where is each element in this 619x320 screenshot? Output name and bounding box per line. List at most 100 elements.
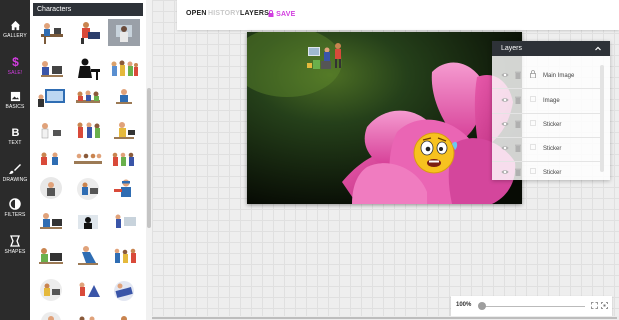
layer-label: Main Image xyxy=(543,73,575,79)
text-b-icon: B xyxy=(11,127,19,138)
rail-gallery-label: GALLERY xyxy=(3,33,27,39)
rail-filters[interactable]: FILTERS xyxy=(0,198,30,218)
sticker-thumb-selected[interactable] xyxy=(108,19,140,46)
sticker-thumb[interactable] xyxy=(108,209,140,236)
image-icon xyxy=(10,91,20,102)
save-button[interactable]: SAVE xyxy=(268,10,296,18)
sticker-thumb[interactable] xyxy=(72,243,104,270)
rail-sale-label: SALE! xyxy=(7,70,23,76)
sticker-thumb[interactable] xyxy=(108,85,140,112)
sticker-thumb[interactable] xyxy=(72,56,104,83)
layer-label: Image xyxy=(543,98,560,104)
open-button[interactable]: OPEN xyxy=(186,10,207,17)
rail-shapes[interactable]: SHAPES xyxy=(0,235,30,255)
chevron-up-icon[interactable] xyxy=(595,46,601,51)
layers-panel-title: Layers xyxy=(501,45,523,52)
sticker-thumb[interactable] xyxy=(72,176,104,203)
layer-thumb-icon xyxy=(530,168,536,174)
top-toolbar: OPEN HISTORY LAYERS SAVE xyxy=(177,0,619,30)
workspace-horizontal-scrollbar[interactable] xyxy=(152,316,619,320)
panel-scrollbar-thumb[interactable] xyxy=(147,88,151,228)
sticker-thumb[interactable] xyxy=(35,243,67,270)
panel-title: Characters xyxy=(33,3,143,16)
sticker-thumb[interactable] xyxy=(72,277,104,304)
fit-screen-icon[interactable] xyxy=(591,302,598,309)
rail-shapes-label: SHAPES xyxy=(4,249,26,255)
layer-thumb-icon xyxy=(530,120,536,126)
layer-row[interactable]: Sticker xyxy=(492,137,600,162)
sticker-thumb[interactable] xyxy=(72,118,104,145)
layer-thumb-icon xyxy=(530,144,536,150)
sticker-thumb[interactable] xyxy=(108,309,140,320)
sticker-thumb[interactable] xyxy=(108,56,140,83)
save-lock-icon xyxy=(268,10,274,17)
layers-panel: Layers Main Image Image Sticker Sticker … xyxy=(492,41,610,180)
brush-icon xyxy=(9,164,21,174)
zoom-level: 100% xyxy=(456,302,472,308)
eye-icon[interactable] xyxy=(501,169,509,175)
sticker-thumb[interactable] xyxy=(35,19,67,46)
sticker-thumb[interactable] xyxy=(108,277,140,304)
sticker-thumb[interactable] xyxy=(35,209,67,236)
layer-thumb-icon xyxy=(530,96,536,102)
home-icon xyxy=(10,20,20,31)
sticker-thumb[interactable] xyxy=(72,147,104,174)
sticker-thumb[interactable] xyxy=(35,147,67,174)
rail-sale[interactable]: $ SALE! xyxy=(0,55,30,76)
characters-panel: Characters xyxy=(30,0,147,320)
rail-text-label: TEXT xyxy=(8,140,22,146)
zoom-slider-knob[interactable] xyxy=(478,302,486,310)
filters-icon xyxy=(9,198,21,210)
rail-drawing-label: DRAWING xyxy=(2,177,28,183)
sticker-thumb[interactable] xyxy=(35,309,67,320)
layer-label: Sticker xyxy=(543,170,562,176)
shapes-icon xyxy=(10,235,20,247)
zoom-control: 100% xyxy=(451,296,612,316)
layers-panel-header[interactable]: Layers xyxy=(492,41,610,56)
rail-basics-label: BASICS xyxy=(5,104,25,110)
sticker-thumb[interactable] xyxy=(35,277,67,304)
layers-button[interactable]: LAYERS xyxy=(240,10,269,17)
sticker-thumb[interactable] xyxy=(72,209,104,236)
sticker-thumb[interactable] xyxy=(35,118,67,145)
sticker-thumb[interactable] xyxy=(108,176,140,203)
rail-filters-label: FILTERS xyxy=(4,212,26,218)
zoom-slider-track[interactable] xyxy=(480,306,585,307)
eye-icon[interactable] xyxy=(501,72,509,78)
eye-icon[interactable] xyxy=(501,121,509,127)
sticker-thumb[interactable] xyxy=(72,85,104,112)
sticker-thumb[interactable] xyxy=(108,243,140,270)
dollar-icon: $ xyxy=(12,55,19,68)
trash-icon[interactable] xyxy=(515,144,521,152)
layer-label: Sticker xyxy=(543,146,562,152)
sticker-thumb[interactable] xyxy=(108,118,140,145)
eye-icon[interactable] xyxy=(501,145,509,151)
rail-basics[interactable]: BASICS xyxy=(0,91,30,110)
fullscreen-icon[interactable] xyxy=(601,302,608,309)
layer-row[interactable]: Image xyxy=(492,89,600,114)
workspace-scrollbar-thumb[interactable] xyxy=(152,317,617,319)
trash-icon[interactable] xyxy=(515,168,521,176)
layer-row[interactable]: Sticker xyxy=(492,113,600,138)
rail-drawing[interactable]: DRAWING xyxy=(0,163,30,183)
layer-row[interactable]: Sticker xyxy=(492,161,600,180)
rail-gallery[interactable]: GALLERY xyxy=(0,20,30,39)
trash-icon[interactable] xyxy=(515,120,521,128)
lock-icon xyxy=(530,70,536,78)
save-button-label: SAVE xyxy=(276,11,296,18)
rail-text[interactable]: B TEXT xyxy=(0,126,30,146)
layers-scrollbar[interactable] xyxy=(600,65,604,172)
sticker-thumb[interactable] xyxy=(35,85,67,112)
eye-icon[interactable] xyxy=(501,97,509,103)
sticker-thumb[interactable] xyxy=(108,147,140,174)
sticker-thumb[interactable] xyxy=(35,176,67,203)
artboard-canvas[interactable] xyxy=(247,32,522,204)
layer-row[interactable]: Main Image xyxy=(492,64,600,89)
trash-icon[interactable] xyxy=(515,71,521,79)
sticker-thumb[interactable] xyxy=(72,19,104,46)
sticker-thumb[interactable] xyxy=(35,56,67,83)
trash-icon[interactable] xyxy=(515,96,521,104)
history-button[interactable]: HISTORY xyxy=(208,10,240,17)
sticker-thumb[interactable] xyxy=(72,309,104,320)
svg-text:B: B xyxy=(11,127,19,138)
